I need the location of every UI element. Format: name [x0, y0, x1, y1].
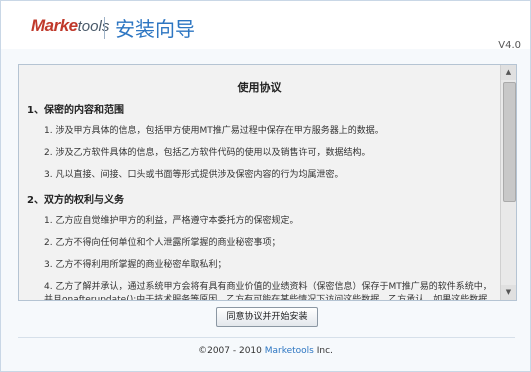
version-label: V4.0 — [498, 40, 521, 51]
section-heading: 2、双方的权利与义务 — [27, 195, 124, 206]
agree-and-install-button[interactable]: 同意协议并开始安装 — [216, 307, 318, 327]
agreement-clause: 3. 乙方不得利用所掌握的商业秘密牟取私利； — [44, 260, 227, 270]
agreement-scroll-box[interactable]: 使用协议 1、保密的内容和范围 1. 涉及甲方具体的信息，包括甲方使用MT推广易… — [18, 64, 517, 301]
header-divider — [104, 17, 105, 39]
agreement-clause: 4. 乙方了解并承认，通过系统甲方会将有具有商业价值的业绩资料（保密信息）保存于… — [44, 282, 492, 300]
copyright-text: ©2007 - 2010 — [198, 346, 265, 356]
agreement-clause: 2. 涉及乙方软件具体的信息，包括乙方软件代码的使用以及销售许可，数据结构。 — [44, 148, 371, 158]
agreement-title: 使用协议 — [237, 81, 282, 94]
scrollbar-thumb[interactable] — [503, 82, 516, 202]
agreement-content: 使用协议 1、保密的内容和范围 1. 涉及甲方具体的信息，包括甲方使用MT推广易… — [19, 65, 500, 300]
header: Marke tools 安装向导 — [1, 1, 530, 49]
vertical-scrollbar[interactable]: ▲ ▼ — [500, 65, 516, 300]
footer-divider — [18, 337, 515, 338]
agreement-clause: 1. 涉及甲方具体的信息，包括甲方使用MT推广易过程中保存在甲方服务器上的数据。 — [44, 126, 384, 136]
scroll-up-icon[interactable]: ▲ — [501, 65, 516, 80]
marketools-logo: Marke tools — [31, 16, 109, 38]
footer: ©2007 - 2010 Marketools Inc. — [1, 346, 530, 356]
scroll-down-icon[interactable]: ▼ — [501, 285, 516, 300]
agreement-clause: 3. 凡以直接、间接、口头或书面等形式提供涉及保密内容的行为均属泄密。 — [44, 170, 344, 180]
footer-brand: Marketools — [264, 346, 314, 356]
installer-window: Marke tools 安装向导 V4.0 使用协议 1、保密的内容和范围 1. … — [0, 0, 531, 372]
logo-mark: Marke — [31, 16, 78, 35]
agreement-clause: 1. 乙方应自觉维护甲方的利益，严格遵守本委托方的保密规定。 — [44, 216, 299, 226]
section-heading: 1、保密的内容和范围 — [27, 105, 124, 116]
footer-suffix: Inc. — [313, 346, 333, 356]
agreement-clause: 2. 乙方不得向任何单位和个人泄露所掌握的商业秘密事项； — [44, 238, 281, 248]
page-title: 安装向导 — [115, 17, 195, 41]
